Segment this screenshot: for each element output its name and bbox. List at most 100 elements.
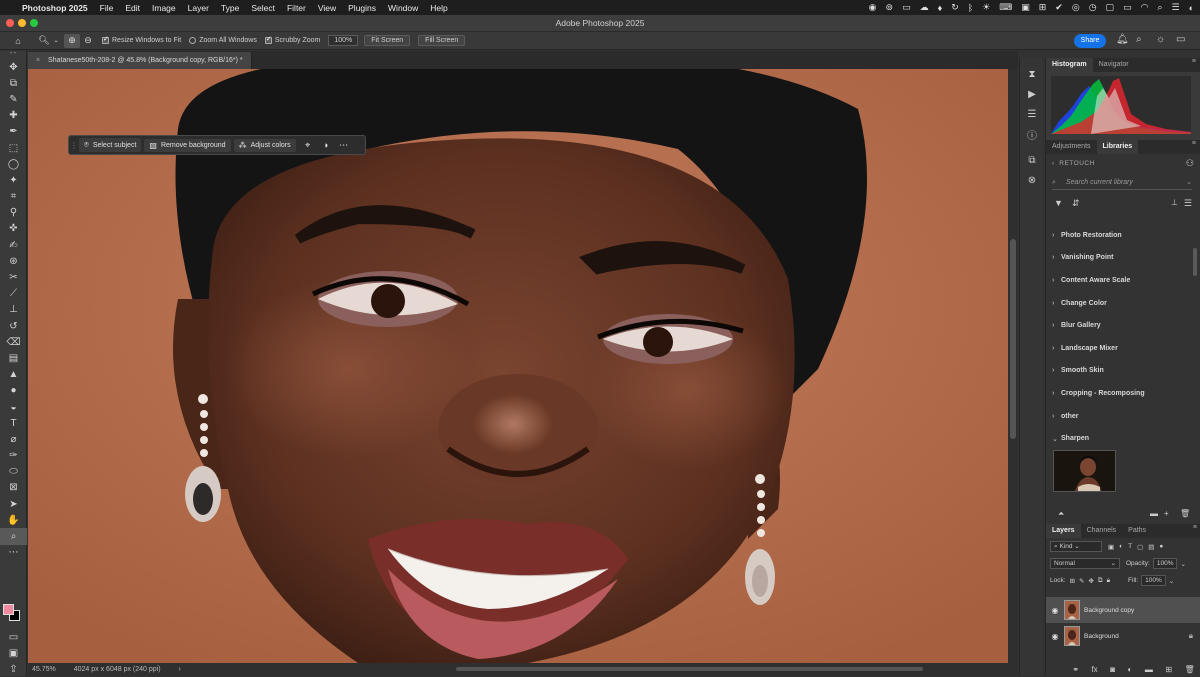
plugins-icon[interactable]: ⊗ [1020,170,1044,190]
view-toggle-icon[interactable]: ⊥ [1171,198,1178,207]
grid-icon[interactable]: ⊞ [1039,2,1047,13]
collaborator-icon[interactable]: ⚇ [1186,158,1194,169]
glyphs-icon[interactable]: ⧉ [1020,150,1044,170]
dot-circle-icon[interactable]: ◎ [1072,2,1080,13]
actions-play-icon[interactable]: ▶ [1020,84,1044,104]
zoom-out-icon[interactable]: ⊖ [80,34,96,48]
tab-navigator[interactable]: Navigator [1093,58,1135,72]
library-group[interactable]: › Landscape Mixer [1052,337,1190,360]
minimize-window-button[interactable] [18,19,26,27]
check-circle-icon[interactable]: ✔ [1055,2,1063,13]
artboard-tool-icon[interactable]: ⧉ [0,75,27,91]
adjust-colors-button[interactable]: ⁂ Adjust colors [233,138,296,152]
lock-position-icon[interactable]: ✥ [1088,577,1093,585]
link-layers-icon[interactable]: ⚭ [1072,665,1079,674]
clone-stamp-tool-icon[interactable]: ⊛ [0,253,27,269]
color-swatches[interactable] [3,604,23,624]
transform-icon[interactable]: ⌖ [299,140,317,151]
layer-row-background[interactable]: ◉ Background 🔒︎ [1046,623,1200,649]
list-view-icon[interactable]: ☰ [1184,198,1192,209]
tab-libraries[interactable]: Libraries [1096,140,1139,154]
vertical-scroll-thumb[interactable] [1010,239,1016,439]
gradient-tool-icon[interactable]: ▤ [0,350,27,366]
search-icon[interactable]: ⌕ [1136,34,1142,45]
chevron-down-icon[interactable]: ⌄ [1186,176,1192,190]
fill-field[interactable]: 100% [1141,575,1166,586]
panel-menu-icon[interactable]: ≡ [1193,524,1197,531]
spot-healing-tool-icon[interactable]: ✚ [0,108,27,124]
sync-icon[interactable]: ↻ [951,2,959,13]
library-group[interactable]: › Blur Gallery [1052,314,1190,337]
lock-icon[interactable]: 🔒︎ [1189,631,1193,641]
zoom-tool-preset-icon[interactable]: 🔍︎ [36,34,52,48]
grip-icon[interactable]: ⋮ [69,141,79,150]
tab-adjustments[interactable]: Adjustments [1046,140,1097,154]
properties-sliders-icon[interactable]: ☰ [1020,104,1044,124]
fit-screen-button[interactable]: Fit Screen [364,35,411,46]
spotlight-icon[interactable]: ⌕ [1157,2,1162,13]
filter-icon[interactable]: ▼ [1054,198,1063,208]
cloud-icon[interactable]: ☁ [920,2,929,13]
control-center-icon[interactable]: ☰ [1171,2,1179,13]
smart-object-filter-icon[interactable]: ▤ [1148,543,1154,551]
layer-row-background-copy[interactable]: ◉ Background copy [1046,597,1200,623]
chevron-down-icon[interactable]: ⌄ [1180,560,1185,568]
path-selection-tool-icon[interactable]: ⌀ [0,431,27,447]
zoom-value-field[interactable]: 100% [328,35,359,46]
eraser-tool-icon[interactable]: ⌫ [0,334,27,350]
horizontal-scroll-thumb[interactable] [456,667,923,671]
adjustment-layer-icon[interactable]: ◐ [1128,665,1133,674]
menu-select[interactable]: Select [251,3,275,13]
bell-icon[interactable]: 🔔︎ [1116,34,1129,45]
lock-artboard-icon[interactable]: ⧉ [1098,577,1103,585]
drop-icon[interactable]: ♦ [938,3,943,13]
color-sampler-tool-icon[interactable]: ⚲ [0,205,27,221]
menu-filter[interactable]: Filter [287,3,306,13]
type-tool-icon[interactable]: T [0,415,27,431]
brush-tool-icon[interactable]: ✍ [0,237,27,253]
layer-name[interactable]: Background [1084,633,1119,640]
add-mask-icon[interactable]: ◙ [1110,665,1115,674]
library-scroll-thumb[interactable] [1193,248,1197,276]
lasso-tool-icon[interactable]: ◯ [0,156,27,172]
fill-screen-button[interactable]: Fill Screen [418,35,466,46]
resize-windows-checkbox[interactable]: Resize Windows to Fit [102,35,181,44]
eye-icon[interactable]: ◉ [1046,632,1064,641]
direct-selection-tool-icon[interactable]: ➤ [0,496,27,512]
info-icon[interactable]: ⓘ [1020,124,1044,144]
stamp-tool-icon[interactable]: ⊥ [0,302,27,318]
lock-transparent-icon[interactable]: ⊞ [1070,577,1075,585]
library-back-link[interactable]: ‹ RETOUCH [1052,160,1095,167]
frame-tool-icon[interactable]: ⊠ [0,480,27,496]
keyboard-icon[interactable]: ⌨ [999,2,1012,13]
library-group[interactable]: › Vanishing Point [1052,247,1190,270]
type-filter-icon[interactable]: T [1128,543,1132,550]
crop-tool-icon[interactable]: ⌗ [0,189,27,205]
menu-file[interactable]: File [100,3,114,13]
tab-layers[interactable]: Layers [1046,524,1081,538]
chevron-right-icon[interactable]: › [179,666,181,673]
battery-icon[interactable]: ▭ [1123,2,1132,13]
pixel-filter-icon[interactable]: ▣ [1108,543,1114,551]
ellipse-tool-icon[interactable]: ⬭ [0,464,27,480]
blur-tool-icon[interactable]: ▲ [0,367,27,383]
library-group[interactable]: › Change Color [1052,292,1190,315]
history-panel-icon[interactable]: ⧗ [1020,64,1044,84]
library-group[interactable]: › other [1052,405,1190,428]
tab-channels[interactable]: Channels [1081,524,1123,538]
trash-icon[interactable]: 🗑︎ [1180,509,1190,518]
tab-paths[interactable]: Paths [1122,524,1152,538]
more-options-icon[interactable]: ⋯ [335,140,353,151]
dodge-tool-icon[interactable]: ● [0,383,27,399]
adjustment-filter-icon[interactable]: ◐ [1119,543,1123,550]
menu-plugins[interactable]: Plugins [348,3,376,13]
creative-cloud-icon[interactable]: ◉ [869,2,877,13]
blend-mode-select[interactable]: Normal ⌄ [1050,558,1120,569]
share-file-icon[interactable]: ⇪ [0,661,27,677]
menu-help[interactable]: Help [430,3,447,13]
clock-icon[interactable]: ◷ [1089,2,1097,13]
filter-toggle-icon[interactable]: ● [1159,543,1163,550]
zoom-in-icon[interactable]: ⊕ [64,33,80,48]
share-button[interactable]: Share [1074,34,1106,48]
sponge-tool-icon[interactable]: ◒ [0,399,27,415]
